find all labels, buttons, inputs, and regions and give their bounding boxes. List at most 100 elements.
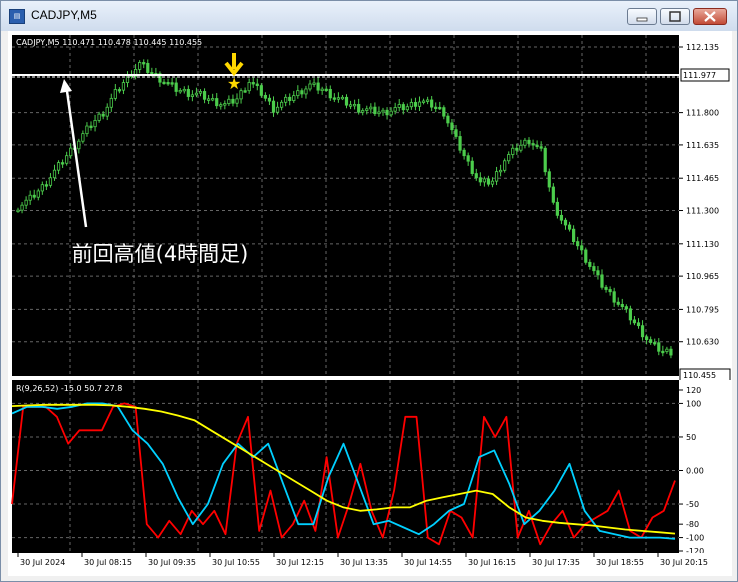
time-tick-label: 30 Jul 10:55 <box>212 558 260 567</box>
candle-body <box>227 98 231 104</box>
candle-body <box>535 144 539 148</box>
indicator-tick-label: 100 <box>686 399 701 408</box>
candle-body <box>61 162 65 165</box>
candle-body <box>296 90 300 97</box>
candle-body <box>44 184 48 187</box>
candle-body <box>551 186 555 203</box>
time-tick-label: 30 Jul 09:35 <box>148 558 196 567</box>
price-chart-svg[interactable]: CADJPY,M5 110.471 110.478 110.445 110.45… <box>8 31 732 576</box>
time-tick-label: 30 Jul 18:55 <box>596 558 644 567</box>
price-pane[interactable] <box>12 35 679 376</box>
indicator-tick-label: -100 <box>686 534 704 543</box>
time-tick-label: 30 Jul 2024 <box>20 558 65 567</box>
candle-body <box>150 72 154 75</box>
price-scale[interactable] <box>679 35 732 376</box>
candle-body <box>81 133 85 142</box>
candle-body <box>344 96 349 106</box>
candle-body <box>259 85 263 96</box>
candle-body <box>255 83 259 86</box>
candle-body <box>665 348 669 352</box>
bid-price-label: 110.455 <box>683 371 716 380</box>
time-tick-label: 30 Jul 13:35 <box>340 558 388 567</box>
candle-body <box>361 110 365 113</box>
candle-body <box>527 139 531 144</box>
candle-body <box>247 82 251 92</box>
candle-body <box>632 319 637 324</box>
candle-body <box>669 348 673 356</box>
price-tick-label: 111.300 <box>686 207 719 216</box>
candle-body <box>645 336 649 341</box>
candle-body <box>320 88 324 92</box>
candle-body <box>385 109 389 116</box>
candle-body <box>194 92 199 96</box>
candle-body <box>511 147 515 155</box>
candle-body <box>470 160 474 174</box>
candle-body <box>616 301 620 305</box>
candle-body <box>48 177 53 186</box>
candle-body <box>324 88 328 92</box>
candle-body <box>438 106 442 110</box>
candle-body <box>450 122 454 131</box>
candle-body <box>462 149 466 157</box>
candle-body <box>405 106 409 111</box>
candle-body <box>170 82 174 85</box>
candle-body <box>482 178 486 183</box>
candle-body <box>389 110 393 116</box>
candle-body <box>36 190 40 198</box>
candle-body <box>65 155 69 164</box>
candle-body <box>300 90 304 95</box>
candle-body <box>312 82 316 85</box>
candle-body <box>24 199 28 206</box>
candle-body <box>52 169 57 179</box>
candle-body <box>28 194 32 201</box>
price-tick-label: 111.130 <box>686 240 719 249</box>
candle-body <box>442 107 446 117</box>
indicator-tick-label: -80 <box>686 520 699 529</box>
price-tick-label: 110.630 <box>686 338 719 347</box>
time-tick-label: 30 Jul 12:15 <box>276 558 324 567</box>
candle-body <box>426 99 430 102</box>
candle-body <box>409 102 413 108</box>
hline-price-label: 111.977 <box>683 71 716 80</box>
candle-body <box>507 154 511 162</box>
candle-body <box>113 89 117 99</box>
minimize-button[interactable] <box>627 8 657 25</box>
candle-body <box>563 219 568 226</box>
close-button[interactable] <box>693 8 727 25</box>
candle-body <box>56 162 61 171</box>
candle-body <box>486 178 491 185</box>
candle-body <box>89 125 93 128</box>
candle-body <box>377 111 381 115</box>
candle-body <box>219 104 223 107</box>
price-tick-label: 111.800 <box>686 109 719 118</box>
chart-area: CADJPY,M5 110.471 110.478 110.445 110.45… <box>8 31 732 576</box>
candle-body <box>223 103 227 106</box>
candle-body <box>503 160 507 171</box>
indicator-header: R(9,26,52) -15.0 50.7 27.8 <box>16 384 122 393</box>
candle-body <box>125 74 130 83</box>
candle-body <box>174 82 178 92</box>
candle-body <box>142 62 146 65</box>
candle-body <box>604 286 608 290</box>
candle-body <box>640 325 645 338</box>
candle-body <box>653 342 657 345</box>
candle-body <box>612 291 616 303</box>
candle-body <box>280 101 284 108</box>
candle-body <box>515 147 519 151</box>
candle-body <box>365 108 369 111</box>
candle-body <box>292 95 296 101</box>
candle-body <box>348 104 353 107</box>
maximize-button[interactable] <box>660 8 690 25</box>
candle-body <box>288 96 292 101</box>
candle-body <box>580 245 584 251</box>
indicator-tick-label: 50 <box>686 433 696 442</box>
price-tick-label: 112.135 <box>686 43 719 52</box>
candle-body <box>109 97 113 108</box>
candle-body <box>69 147 73 157</box>
title-bar[interactable]: ▤ CADJPY,M5 <box>1 1 737 31</box>
candle-body <box>393 107 397 112</box>
candle-body <box>263 94 267 99</box>
candle-body <box>182 88 186 92</box>
candle-body <box>478 177 482 183</box>
candle-body <box>231 98 235 104</box>
